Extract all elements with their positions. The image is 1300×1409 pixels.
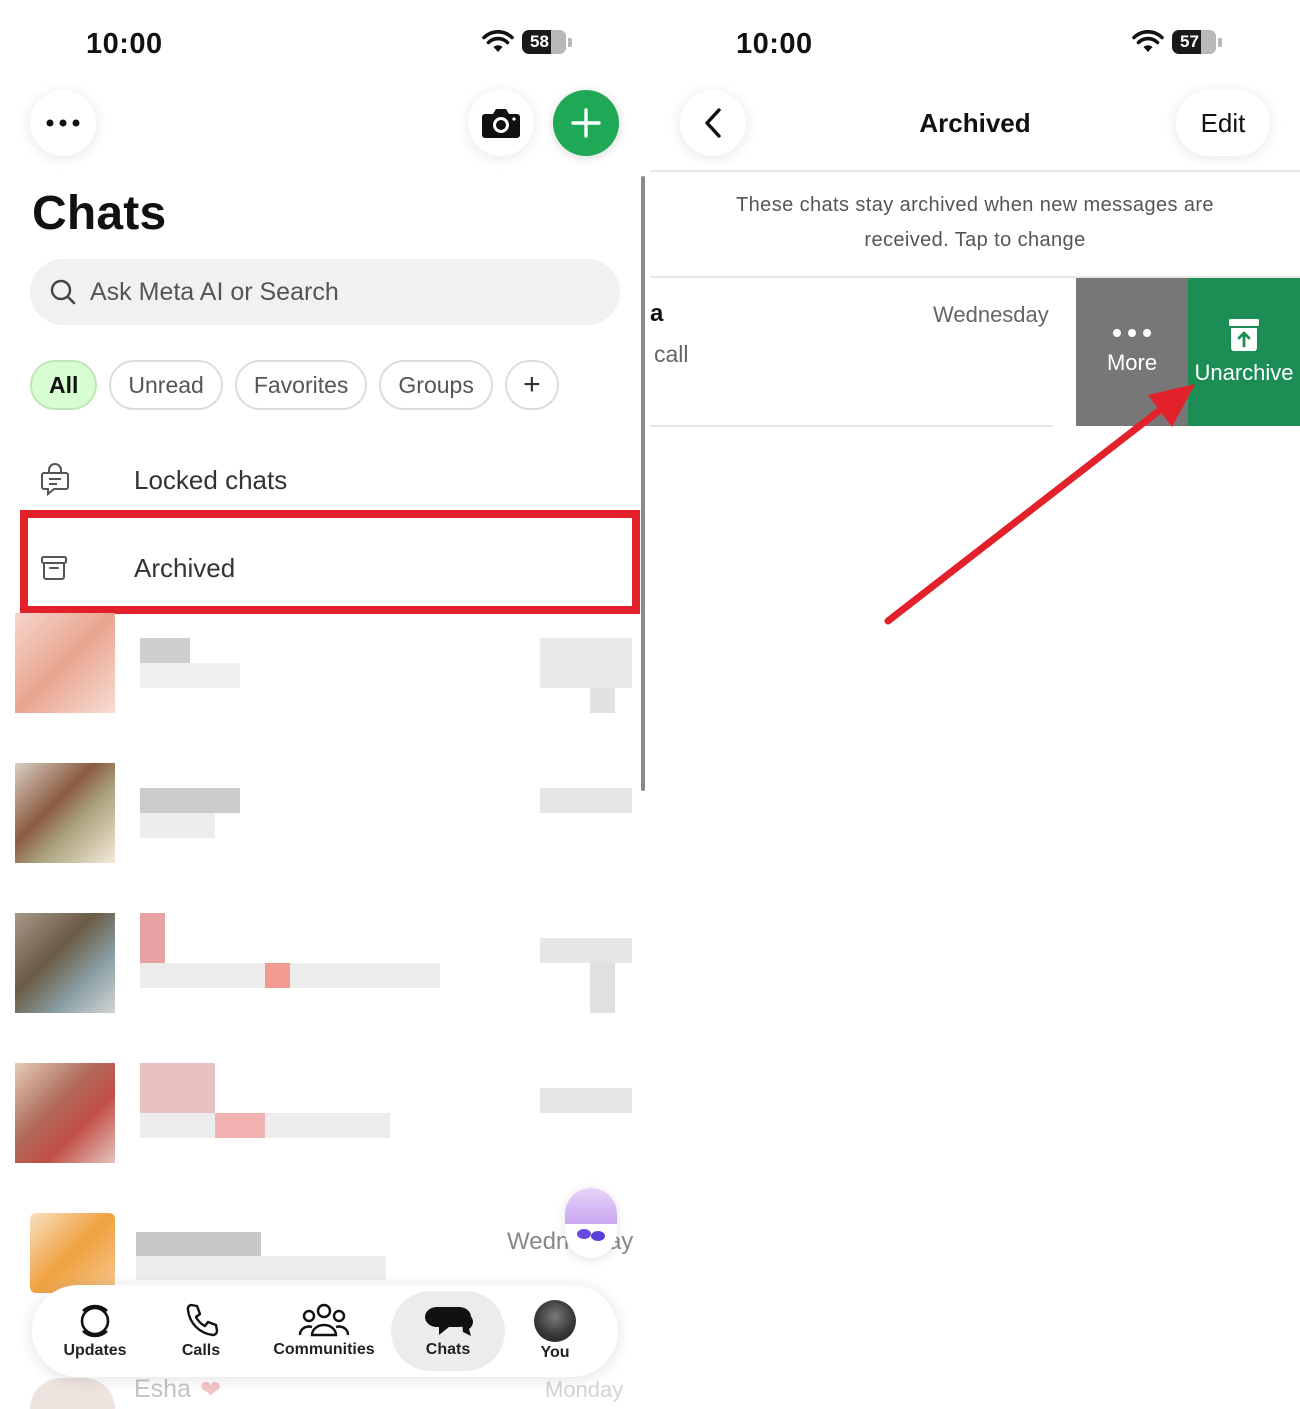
scrollbar[interactable] [641, 176, 645, 791]
chats-screen: 10:00 58 Chats Ask Meta AI or Search All… [0, 0, 650, 1409]
blurred-message [136, 1256, 386, 1280]
chat-last-message: call [654, 341, 689, 367]
chat-name: a [650, 300, 664, 327]
communities-icon [298, 1303, 350, 1337]
blurred-avatar [30, 1213, 115, 1293]
tab-calls[interactable]: Calls [160, 1285, 242, 1377]
archived-screen: 10:00 57 Archived Edit These chats stay … [650, 0, 1300, 1409]
tab-you[interactable]: You [522, 1285, 588, 1377]
meta-ai-icon [577, 1229, 605, 1241]
status-time: 10:00 [736, 28, 813, 60]
locked-chat-icon [41, 463, 69, 497]
blurred-time [540, 638, 632, 688]
tab-updates[interactable]: Updates [50, 1285, 140, 1377]
blurred-avatar [15, 913, 115, 1013]
heart-icon: ❤ [200, 1376, 221, 1404]
blurred-name [140, 913, 165, 963]
blurred-accent [265, 963, 290, 988]
swipe-unarchive-button[interactable]: Unarchive [1188, 278, 1300, 426]
battery-cap [1218, 37, 1222, 47]
plus-icon [571, 108, 601, 138]
search-icon [50, 279, 76, 305]
screenshot-comparison: 10:00 58 Chats Ask Meta AI or Search All… [0, 0, 1300, 1409]
more-label: More [1106, 350, 1158, 375]
chat-time: Wednesday [933, 302, 1049, 327]
tab-chats[interactable]: Chats [391, 1285, 505, 1377]
blurred-avatar [30, 1378, 115, 1409]
locked-chats-row[interactable]: Locked chats [40, 460, 600, 500]
phone-icon [186, 1303, 219, 1337]
blurred-avatar [15, 763, 115, 863]
ellipsis-icon [1113, 329, 1151, 337]
wifi-icon [482, 30, 514, 52]
blurred-avatar [15, 1063, 115, 1163]
blurred-time [540, 938, 632, 963]
meta-ai-blur [565, 1188, 617, 1224]
search-placeholder: Ask Meta AI or Search [90, 277, 339, 306]
chats-icon [425, 1307, 473, 1336]
blurred-name [140, 1063, 215, 1113]
blurred-name-text: Esha [134, 1375, 191, 1403]
status-icons: 58 [482, 30, 572, 54]
status-icons: 57 [1132, 30, 1222, 54]
blurred-message [140, 663, 240, 688]
tab-communities[interactable]: Communities [272, 1285, 376, 1377]
meta-ai-button[interactable] [565, 1188, 617, 1258]
bottom-tab-bar: Updates Calls Communities Chats You [32, 1285, 618, 1377]
archived-highlight-box [20, 510, 640, 614]
battery-indicator: 58 [522, 30, 566, 54]
more-options-button[interactable] [30, 90, 96, 156]
search-bar[interactable]: Ask Meta AI or Search [30, 259, 620, 325]
filter-groups[interactable]: Groups [379, 360, 493, 410]
edit-button[interactable]: Edit [1176, 90, 1270, 156]
blurred-message [140, 813, 215, 838]
header-divider [650, 170, 1300, 172]
blurred-name [140, 638, 190, 663]
blurred-time-text: Monday [545, 1377, 624, 1402]
row-divider [650, 425, 1053, 427]
unarchive-icon [1229, 319, 1259, 351]
filter-unread[interactable]: Unread [109, 360, 223, 410]
add-filter-button[interactable]: + [504, 360, 559, 410]
blurred-time [540, 788, 632, 813]
wifi-icon [1132, 30, 1164, 52]
blurred-badge [590, 963, 615, 1013]
blurred-avatar [15, 613, 115, 713]
locked-chats-label: Locked chats [134, 464, 288, 495]
filter-chips: All Unread Favorites Groups + [30, 360, 559, 410]
blurred-name [140, 788, 240, 813]
blurred-badge [590, 688, 615, 713]
blurred-message [140, 1113, 390, 1138]
new-chat-button[interactable] [553, 90, 619, 156]
blurred-accent [215, 1113, 265, 1138]
blurred-time [540, 1088, 632, 1113]
filter-all[interactable]: All [30, 360, 98, 410]
filter-favorites[interactable]: Favorites [234, 360, 368, 410]
blurred-name [136, 1232, 261, 1256]
status-time: 10:00 [86, 28, 163, 60]
avatar [534, 1300, 576, 1342]
camera-icon [482, 109, 520, 138]
page-title: Chats [32, 187, 167, 240]
camera-button[interactable] [468, 90, 534, 156]
updates-icon [80, 1304, 110, 1338]
archive-info-text[interactable]: These chats stay archived when new messa… [710, 188, 1240, 258]
swipe-more-button[interactable]: More [1076, 278, 1188, 426]
battery-cap [568, 37, 572, 47]
ellipsis-icon [46, 119, 80, 127]
unarchive-label: Unarchive [1194, 360, 1294, 385]
battery-indicator: 57 [1172, 30, 1216, 54]
blurred-message [140, 963, 440, 988]
